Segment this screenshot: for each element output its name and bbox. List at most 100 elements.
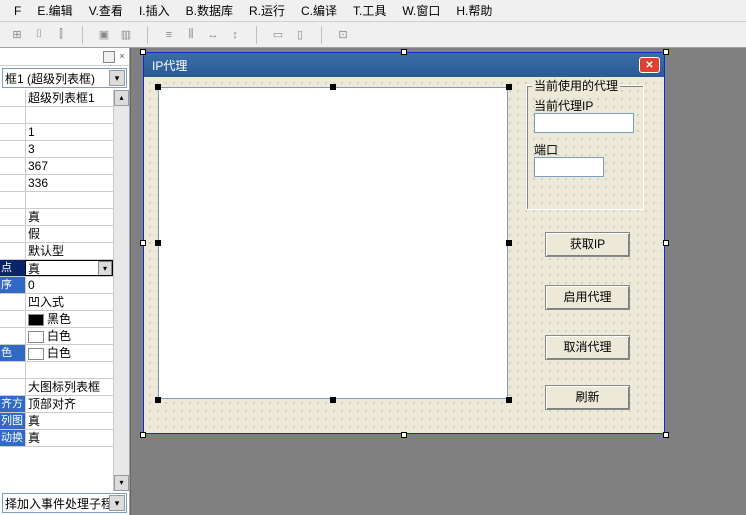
property-row[interactable]: 默认型 bbox=[0, 243, 113, 260]
property-row[interactable]: 336 bbox=[0, 175, 113, 192]
form-handle[interactable] bbox=[663, 49, 669, 55]
menu-item-compile[interactable]: C.编译 bbox=[295, 0, 343, 21]
property-value[interactable]: 大图标列表框 bbox=[25, 379, 113, 395]
selection-handle[interactable] bbox=[330, 84, 336, 90]
form-handle[interactable] bbox=[140, 49, 146, 55]
input-port[interactable] bbox=[534, 157, 604, 177]
property-row[interactable]: 齐方顶部对齐 bbox=[0, 396, 113, 413]
close-icon[interactable]: ✕ bbox=[639, 57, 660, 73]
event-selector[interactable]: 择加入事件处理子程 ▾ bbox=[2, 493, 127, 513]
property-row[interactable]: 3 bbox=[0, 141, 113, 158]
property-row[interactable]: 序0 bbox=[0, 277, 113, 294]
toolbar-separator bbox=[82, 26, 83, 44]
toolbar-btn-3[interactable]: ⫿ bbox=[52, 26, 70, 44]
toolbar-btn-4[interactable]: ▣ bbox=[95, 26, 113, 44]
property-value[interactable]: 默认型 bbox=[25, 243, 113, 259]
toolbar-btn-7[interactable]: ⫼ bbox=[182, 26, 200, 44]
property-row[interactable]: 黑色 bbox=[0, 311, 113, 328]
menu-item-window[interactable]: W.窗口 bbox=[396, 0, 446, 21]
property-row[interactable]: 假 bbox=[0, 226, 113, 243]
selection-handle[interactable] bbox=[155, 84, 161, 90]
property-value[interactable]: 凹入式 bbox=[25, 294, 113, 310]
toolbar-btn-10[interactable]: ▭ bbox=[269, 26, 287, 44]
property-row[interactable] bbox=[0, 192, 113, 209]
toolbar-btn-2[interactable]: ⌷ bbox=[30, 26, 48, 44]
menu-item-insert[interactable]: I.插入 bbox=[133, 0, 176, 21]
property-value[interactable]: 真 bbox=[25, 209, 113, 225]
form-designer-canvas[interactable]: IP代理 ✕ 当前使用的代理 当前代理IP bbox=[130, 48, 746, 515]
menu-item-edit[interactable]: E.编辑 bbox=[31, 0, 78, 21]
toolbar-btn-8[interactable]: ↔ bbox=[204, 26, 222, 44]
property-value[interactable]: 真 bbox=[25, 430, 113, 446]
property-value[interactable]: 真▾ bbox=[25, 260, 113, 276]
property-row[interactable]: 列图真 bbox=[0, 413, 113, 430]
refresh-button[interactable]: 刷新 bbox=[545, 385, 630, 410]
property-value[interactable]: 3 bbox=[25, 141, 113, 157]
property-value[interactable] bbox=[25, 107, 113, 123]
property-row[interactable]: 超级列表框1 bbox=[0, 90, 113, 107]
property-label bbox=[0, 158, 25, 174]
menu-item-file[interactable]: F bbox=[8, 2, 27, 20]
property-row[interactable]: 大图标列表框 bbox=[0, 379, 113, 396]
input-proxy-ip[interactable] bbox=[534, 113, 634, 133]
menu-item-view[interactable]: V.查看 bbox=[83, 0, 129, 21]
form-handle[interactable] bbox=[401, 432, 407, 438]
property-value[interactable]: 黑色 bbox=[25, 311, 113, 327]
property-value[interactable]: 1 bbox=[25, 124, 113, 140]
toolbar-btn-12[interactable]: ⊡ bbox=[334, 26, 352, 44]
selection-handle[interactable] bbox=[506, 240, 512, 246]
property-row[interactable]: 367 bbox=[0, 158, 113, 175]
property-value[interactable]: 真 bbox=[25, 413, 113, 429]
form-handle[interactable] bbox=[140, 432, 146, 438]
property-value[interactable]: 顶部对齐 bbox=[25, 396, 113, 412]
property-row[interactable]: 白色 bbox=[0, 328, 113, 345]
selection-handle[interactable] bbox=[506, 84, 512, 90]
toolbar-btn-1[interactable]: ⊞ bbox=[8, 26, 26, 44]
property-value[interactable]: 白色 bbox=[25, 328, 113, 344]
property-value[interactable] bbox=[25, 362, 113, 378]
toolbar-btn-9[interactable]: ↕ bbox=[226, 26, 244, 44]
property-row[interactable]: 凹入式 bbox=[0, 294, 113, 311]
listbox-main[interactable] bbox=[158, 87, 508, 399]
property-row[interactable] bbox=[0, 107, 113, 124]
menu-item-run[interactable]: R.运行 bbox=[243, 0, 291, 21]
property-row[interactable]: 真 bbox=[0, 209, 113, 226]
design-form[interactable]: IP代理 ✕ 当前使用的代理 当前代理IP bbox=[143, 52, 665, 434]
color-swatch bbox=[28, 348, 44, 360]
menu-item-help[interactable]: H.帮助 bbox=[450, 0, 498, 21]
form-handle[interactable] bbox=[663, 432, 669, 438]
panel-close-icon[interactable]: × bbox=[117, 51, 127, 61]
property-value[interactable]: 白色 bbox=[25, 345, 113, 361]
property-row[interactable]: 1 bbox=[0, 124, 113, 141]
selection-handle[interactable] bbox=[330, 397, 336, 403]
enable-proxy-button[interactable]: 启用代理 bbox=[545, 285, 630, 310]
menu-item-database[interactable]: B.数据库 bbox=[180, 0, 239, 21]
selection-handle[interactable] bbox=[506, 397, 512, 403]
property-row[interactable]: 色白色 bbox=[0, 345, 113, 362]
toolbar-btn-6[interactable]: ≡ bbox=[160, 26, 178, 44]
selection-handle[interactable] bbox=[155, 397, 161, 403]
property-value[interactable]: 336 bbox=[25, 175, 113, 191]
get-ip-button[interactable]: 获取IP bbox=[545, 232, 630, 257]
property-value[interactable]: 假 bbox=[25, 226, 113, 242]
menu-item-tools[interactable]: T.工具 bbox=[347, 0, 392, 21]
property-value[interactable] bbox=[25, 192, 113, 208]
selection-handle[interactable] bbox=[155, 240, 161, 246]
property-scrollbar[interactable]: ▴ ▾ bbox=[113, 90, 129, 491]
toolbar-btn-11[interactable]: ▯ bbox=[291, 26, 309, 44]
chevron-down-icon[interactable]: ▾ bbox=[98, 261, 112, 276]
scroll-up-icon[interactable]: ▴ bbox=[114, 90, 129, 106]
property-row[interactable]: 动换真 bbox=[0, 430, 113, 447]
property-value[interactable]: 0 bbox=[25, 277, 113, 293]
form-handle[interactable] bbox=[140, 240, 146, 246]
property-value[interactable]: 超级列表框1 bbox=[25, 90, 113, 106]
form-handle[interactable] bbox=[401, 49, 407, 55]
property-row[interactable] bbox=[0, 362, 113, 379]
component-selector[interactable]: 框1 (超级列表框) ▾ bbox=[2, 68, 127, 88]
scroll-down-icon[interactable]: ▾ bbox=[114, 475, 129, 491]
form-handle[interactable] bbox=[663, 240, 669, 246]
property-row[interactable]: 点真▾ bbox=[0, 260, 113, 277]
disable-proxy-button[interactable]: 取消代理 bbox=[545, 335, 630, 360]
property-value[interactable]: 367 bbox=[25, 158, 113, 174]
toolbar-btn-5[interactable]: ▥ bbox=[117, 26, 135, 44]
